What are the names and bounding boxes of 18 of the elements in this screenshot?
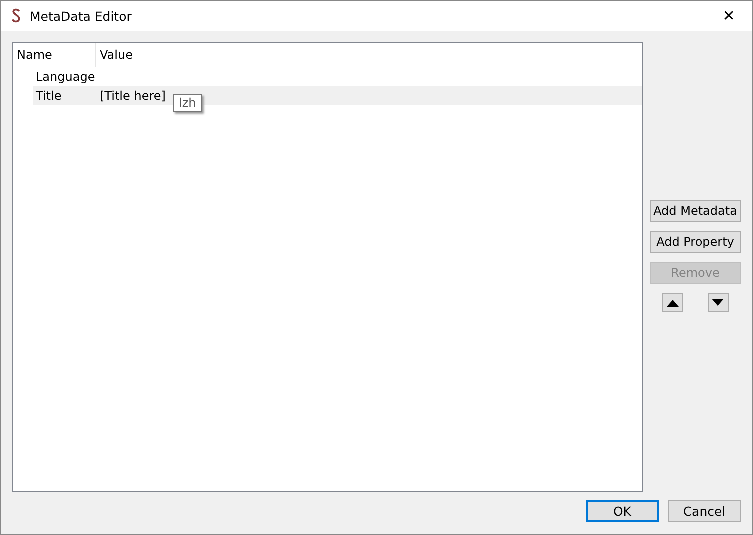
move-down-button[interactable] [708,293,729,312]
tooltip: lzh [173,94,202,112]
app-logo-icon [11,8,22,24]
name-cell-text: Title [35,88,63,102]
side-button[interactable]: Add Property [650,231,741,253]
up-triangle-icon [666,298,679,306]
value-cell: [Title here] [99,88,166,102]
table-row[interactable]: Language [33,67,642,86]
column-header[interactable]: Name [13,43,96,67]
move-up-button[interactable] [662,293,684,312]
window-title: MetaData Editor [30,8,133,24]
down-triangle-icon [712,298,724,306]
side-button[interactable]: Add Metadata [650,200,741,222]
cancel-button[interactable]: Cancel [668,500,741,522]
column-header[interactable]: Value [96,43,133,67]
close-button[interactable]: ✕ [706,7,752,25]
name-cell-text: Language [35,70,96,84]
ok-button[interactable]: OK [586,500,659,522]
